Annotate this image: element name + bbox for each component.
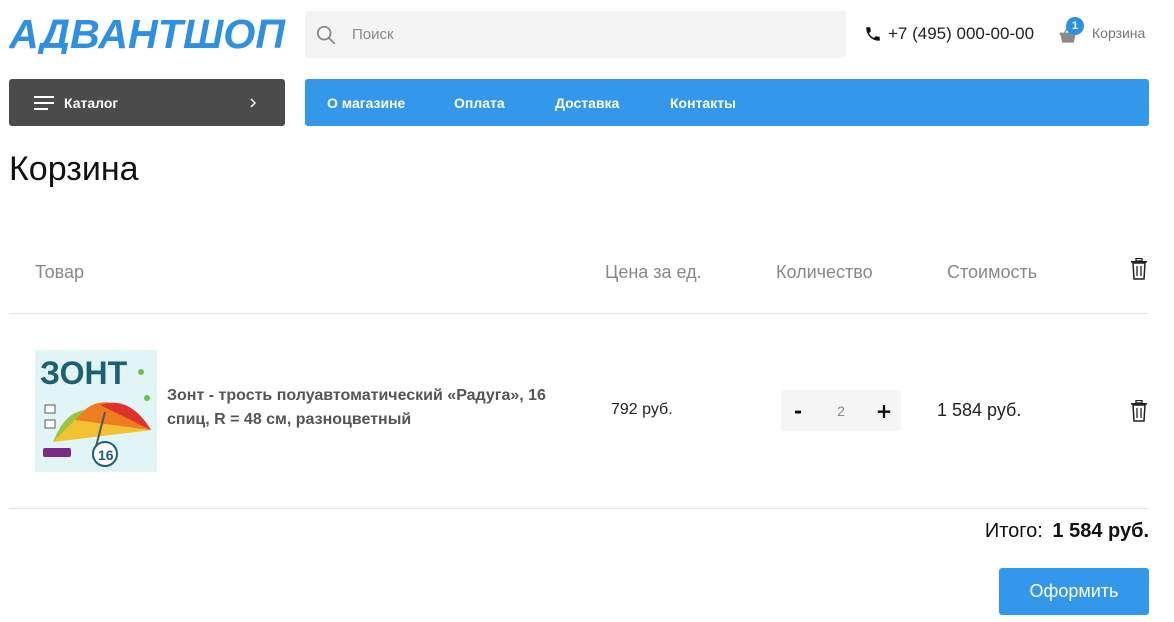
table-divider-bottom — [9, 508, 1149, 509]
nav-contacts[interactable]: Контакты — [670, 95, 736, 111]
menu-icon — [34, 95, 54, 110]
cart-label: Корзина — [1092, 25, 1146, 41]
phone-icon — [866, 27, 880, 41]
page-title: Корзина — [9, 150, 139, 188]
remove-item-trash-icon[interactable] — [1130, 400, 1148, 422]
logo-text: АДВАНТШОП — [9, 14, 287, 54]
store-logo[interactable]: АДВАНТШОП — [8, 11, 287, 57]
row-total: 1 584 руб. — [937, 400, 1022, 420]
column-header-quantity: Количество — [776, 262, 873, 282]
quantity-increase-button[interactable]: + — [867, 390, 901, 431]
search-icon[interactable] — [315, 24, 337, 46]
chevron-right-icon — [250, 97, 257, 108]
unit-price: 792 руб. — [611, 401, 673, 418]
search-input[interactable] — [352, 11, 832, 58]
order-total: Итого: 1 584 руб. — [985, 520, 1149, 543]
nav-delivery[interactable]: Доставка — [555, 95, 619, 111]
search-box — [305, 11, 846, 58]
nav-payment[interactable]: Оплата — [454, 95, 505, 111]
quantity-input[interactable] — [815, 390, 867, 431]
clear-cart-trash-icon[interactable] — [1130, 258, 1148, 280]
cart-count-badge: 1 — [1066, 17, 1084, 35]
catalog-button[interactable]: Каталог — [9, 79, 285, 126]
quantity-stepper: - + — [781, 390, 901, 431]
catalog-label: Каталог — [64, 94, 119, 111]
main-nav: О магазине Оплата Доставка Контакты — [305, 79, 1149, 126]
phone-number[interactable]: +7 (495) 000-00-00 — [864, 22, 1034, 46]
phone-text: +7 (495) 000-00-00 — [888, 24, 1035, 43]
total-value: 1 584 руб. — [1052, 520, 1149, 542]
header-cart[interactable]: 1 Корзина — [1058, 16, 1145, 50]
column-header-price: Цена за ед. — [605, 262, 702, 282]
column-header-cost: Стоимость — [947, 262, 1038, 282]
column-header-product: Товар — [35, 262, 84, 282]
total-label: Итого: — [984, 520, 1043, 542]
product-image-badge: 16 — [98, 447, 114, 463]
product-image-title: ЗОНТ — [40, 355, 128, 391]
quantity-decrease-button[interactable]: - — [781, 390, 815, 431]
checkout-button[interactable]: Оформить — [999, 568, 1149, 615]
table-divider-top — [9, 313, 1149, 314]
product-image[interactable]: ЗОНТ 16 — [35, 350, 157, 472]
cart-icon-wrap: 1 — [1058, 17, 1084, 44]
product-name-link[interactable]: Зонт - трость полуавтоматический «Радуга… — [167, 384, 567, 432]
nav-about[interactable]: О магазине — [327, 95, 405, 111]
